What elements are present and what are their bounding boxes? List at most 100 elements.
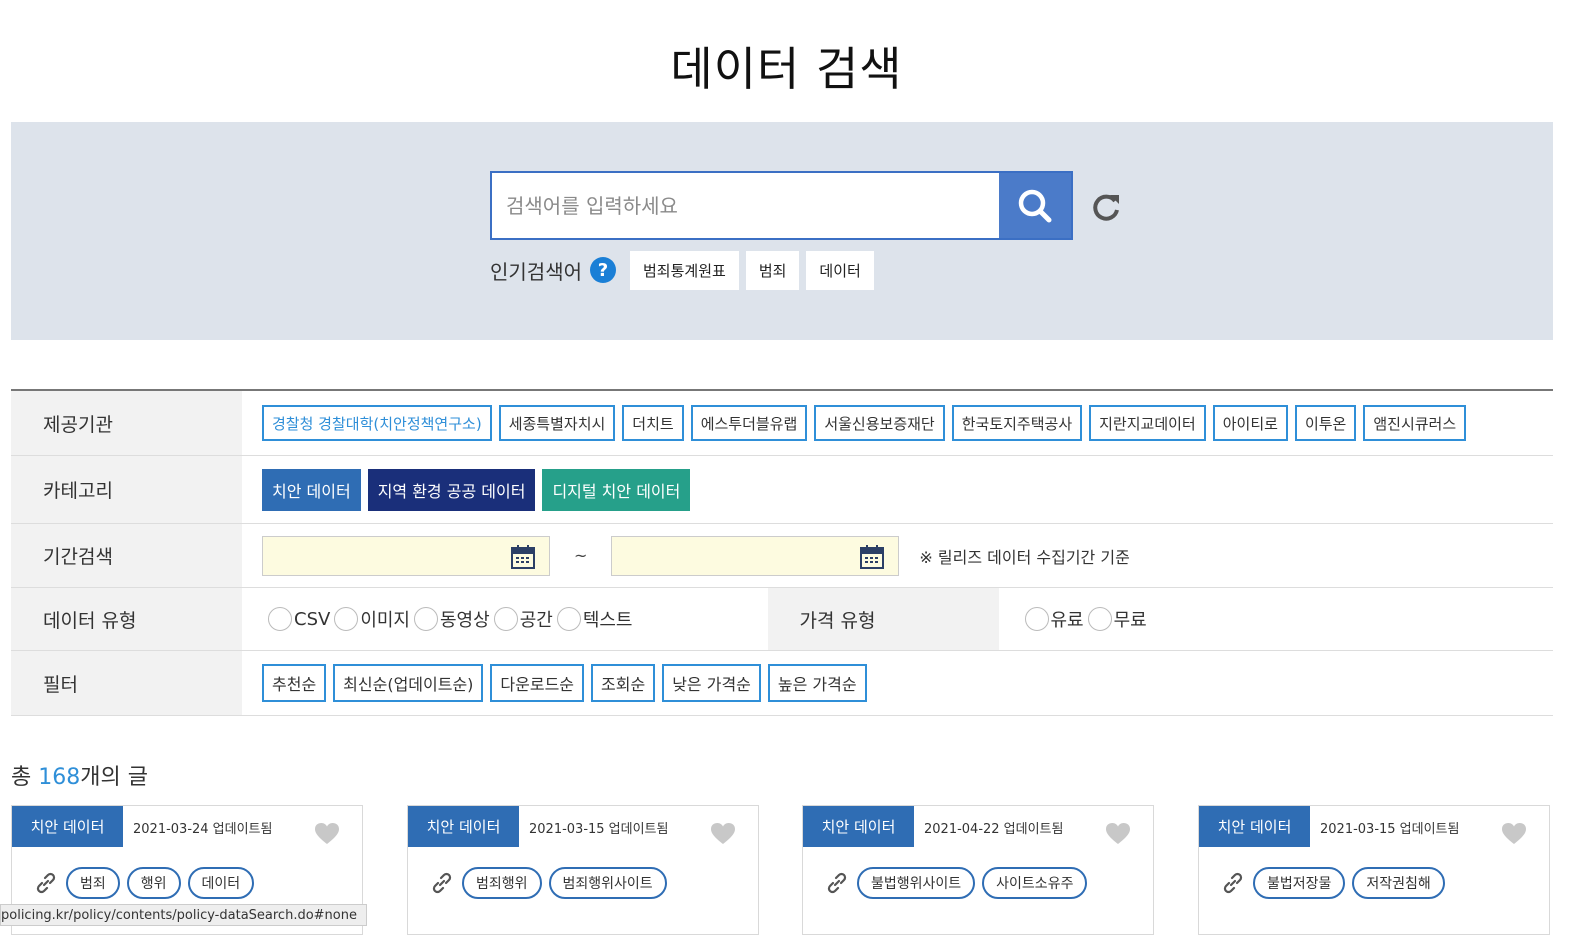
popular-keyword[interactable]: 범죄통계원표	[630, 250, 739, 290]
card-keywords: 범죄행위 범죄행위사이트	[430, 867, 674, 899]
card-category-tag: 치안 데이터	[408, 806, 519, 847]
filter-table: 제공기관 경찰청 경찰대학(치안정책연구소) 세종특별자치시 더치트 에스투더블…	[11, 389, 1553, 716]
provider-option[interactable]: 경찰청 경찰대학(치안정책연구소)	[262, 405, 492, 441]
result-count-suffix: 개의 글	[80, 765, 148, 790]
radio-button[interactable]	[268, 607, 292, 631]
keyword-chip[interactable]: 범죄	[66, 867, 120, 899]
provider-option[interactable]: 앰진시큐러스	[1363, 405, 1467, 441]
data-type-option[interactable]: 공간	[492, 606, 553, 632]
category-button[interactable]: 지역 환경 공공 데이터	[367, 468, 536, 511]
card-updated-date: 2021-03-15 업데이트됨	[1320, 822, 1460, 837]
sort-option[interactable]: 추천순	[262, 664, 327, 702]
filter-label: 필터	[11, 651, 242, 715]
radio-label: CSV	[294, 608, 331, 630]
radio-label: 동영상	[440, 610, 490, 631]
calendar-icon[interactable]	[859, 544, 885, 570]
help-icon[interactable]: ?	[590, 257, 616, 283]
card-keywords: 범죄 행위 데이터	[34, 867, 261, 899]
link-icon	[827, 872, 847, 894]
keyword-chip[interactable]: 불법저장물	[1253, 867, 1346, 899]
filter-row-category: 카테고리 치안 데이터 지역 환경 공공 데이터 디지털 치안 데이터	[11, 456, 1553, 524]
sort-option[interactable]: 최신순(업데이트순)	[333, 664, 484, 702]
provider-option[interactable]: 아이티로	[1212, 405, 1288, 441]
date-separator: ~	[574, 546, 588, 565]
sort-option[interactable]: 높은 가격순	[767, 664, 867, 702]
reset-button[interactable]	[1089, 190, 1123, 224]
radio-button[interactable]	[414, 607, 438, 631]
search-icon	[1018, 189, 1052, 222]
card-category-tag: 치안 데이터	[803, 806, 914, 847]
card-keywords: 불법행위사이트 사이트소유주	[825, 867, 1094, 899]
heart-icon[interactable]	[314, 822, 340, 846]
sort-option[interactable]: 다운로드순	[490, 664, 585, 702]
card-updated-date: 2021-03-24 업데이트됨	[133, 822, 273, 837]
sort-option[interactable]: 조회순	[591, 664, 656, 702]
provider-option[interactable]: 세종특별자치시	[498, 405, 616, 441]
radio-label: 공간	[519, 610, 553, 631]
price-type-option[interactable]: 유료	[1023, 606, 1084, 632]
filter-label: 가격 유형	[767, 588, 999, 650]
provider-option[interactable]: 이투온	[1294, 405, 1357, 441]
data-type-option[interactable]: 동영상	[412, 606, 490, 632]
popular-keywords-label: 인기검색어	[490, 259, 582, 284]
provider-option[interactable]: 지란지교데이터	[1089, 405, 1206, 441]
category-button[interactable]: 디지털 치안 데이터	[542, 468, 691, 511]
result-count-prefix: 총	[11, 765, 39, 790]
price-type-option[interactable]: 무료	[1086, 606, 1147, 632]
filter-row-type: 데이터 유형 CSV 이미지 동영상 공간 텍스트 가격 유형 유료 무료	[11, 588, 1553, 651]
link-icon	[1223, 872, 1243, 894]
provider-option[interactable]: 한국토지주택공사	[951, 405, 1083, 441]
radio-button[interactable]	[1087, 607, 1112, 631]
result-count-number: 168	[38, 765, 81, 790]
search-input[interactable]	[492, 173, 1000, 238]
keyword-chip[interactable]: 범죄행위사이트	[548, 867, 667, 899]
radio-label: 텍스트	[582, 610, 633, 631]
heart-icon[interactable]	[710, 822, 736, 846]
search-button[interactable]	[999, 173, 1071, 238]
radio-button[interactable]	[556, 607, 581, 631]
data-type-option[interactable]: 텍스트	[555, 606, 633, 632]
keyword-chip[interactable]: 데이터	[187, 867, 255, 899]
radio-button[interactable]	[1024, 607, 1049, 631]
calendar-icon[interactable]	[510, 544, 536, 570]
provider-option[interactable]: 더치트	[622, 405, 684, 441]
keyword-chip[interactable]: 저작권침해	[1352, 867, 1445, 899]
keyword-chip[interactable]: 범죄행위	[462, 867, 542, 899]
radio-label: 무료	[1113, 610, 1147, 631]
card-category-tag: 치안 데이터	[1199, 806, 1310, 847]
result-card[interactable]: 치안 데이터 2021-03-15 업데이트됨 범죄행위 범죄행위사이트	[407, 805, 759, 935]
link-icon	[432, 872, 452, 894]
filter-label: 기간검색	[11, 524, 242, 587]
end-date-input[interactable]	[611, 535, 900, 576]
keyword-chip[interactable]: 행위	[126, 867, 181, 899]
data-type-option[interactable]: CSV	[266, 607, 330, 631]
radio-button[interactable]	[334, 607, 359, 631]
period-note: ※ 릴리즈 데이터 수집기간 기준	[919, 547, 1130, 567]
keyword-chip[interactable]: 불법행위사이트	[857, 867, 976, 899]
card-updated-date: 2021-04-22 업데이트됨	[924, 822, 1064, 837]
filter-row-period: 기간검색 ~ ※ 릴리즈 데이터 수집기간 기준	[11, 524, 1553, 588]
category-button[interactable]: 치안 데이터	[262, 468, 361, 511]
sort-option[interactable]: 낮은 가격순	[662, 664, 761, 702]
radio-label: 이미지	[360, 610, 410, 631]
filter-row-sort: 필터 추천순 최신순(업데이트순) 다운로드순 조회순 낮은 가격순 높은 가격…	[11, 651, 1553, 715]
radio-button[interactable]	[493, 607, 518, 631]
refresh-icon	[1093, 194, 1119, 221]
provider-option[interactable]: 에스투더블유랩	[690, 405, 808, 441]
result-card[interactable]: 치안 데이터 2021-04-22 업데이트됨불법행위사이트 사이트소유주	[802, 805, 1154, 935]
search-box	[490, 171, 1073, 240]
popular-keyword[interactable]: 데이터	[806, 250, 874, 290]
result-card[interactable]: 치안 데이터 2021-03-15 업데이트됨불법저장물 저작권침해	[1198, 805, 1550, 935]
popular-keywords: 인기검색어 ? 범죄통계원표 범죄 데이터	[490, 250, 881, 290]
heart-icon[interactable]	[1105, 822, 1131, 846]
heart-icon[interactable]	[1501, 822, 1527, 846]
card-keywords: 불법저장물 저작권침해	[1221, 867, 1452, 899]
filter-label: 카테고리	[11, 456, 242, 523]
result-count: 총 168개의 글	[11, 759, 148, 791]
data-type-option[interactable]: 이미지	[332, 606, 410, 632]
filter-label: 제공기관	[11, 391, 242, 455]
popular-keyword[interactable]: 범죄	[745, 250, 800, 290]
provider-option[interactable]: 서울신용보증재단	[814, 405, 945, 441]
start-date-input[interactable]	[262, 535, 550, 576]
keyword-chip[interactable]: 사이트소유주	[982, 867, 1088, 899]
